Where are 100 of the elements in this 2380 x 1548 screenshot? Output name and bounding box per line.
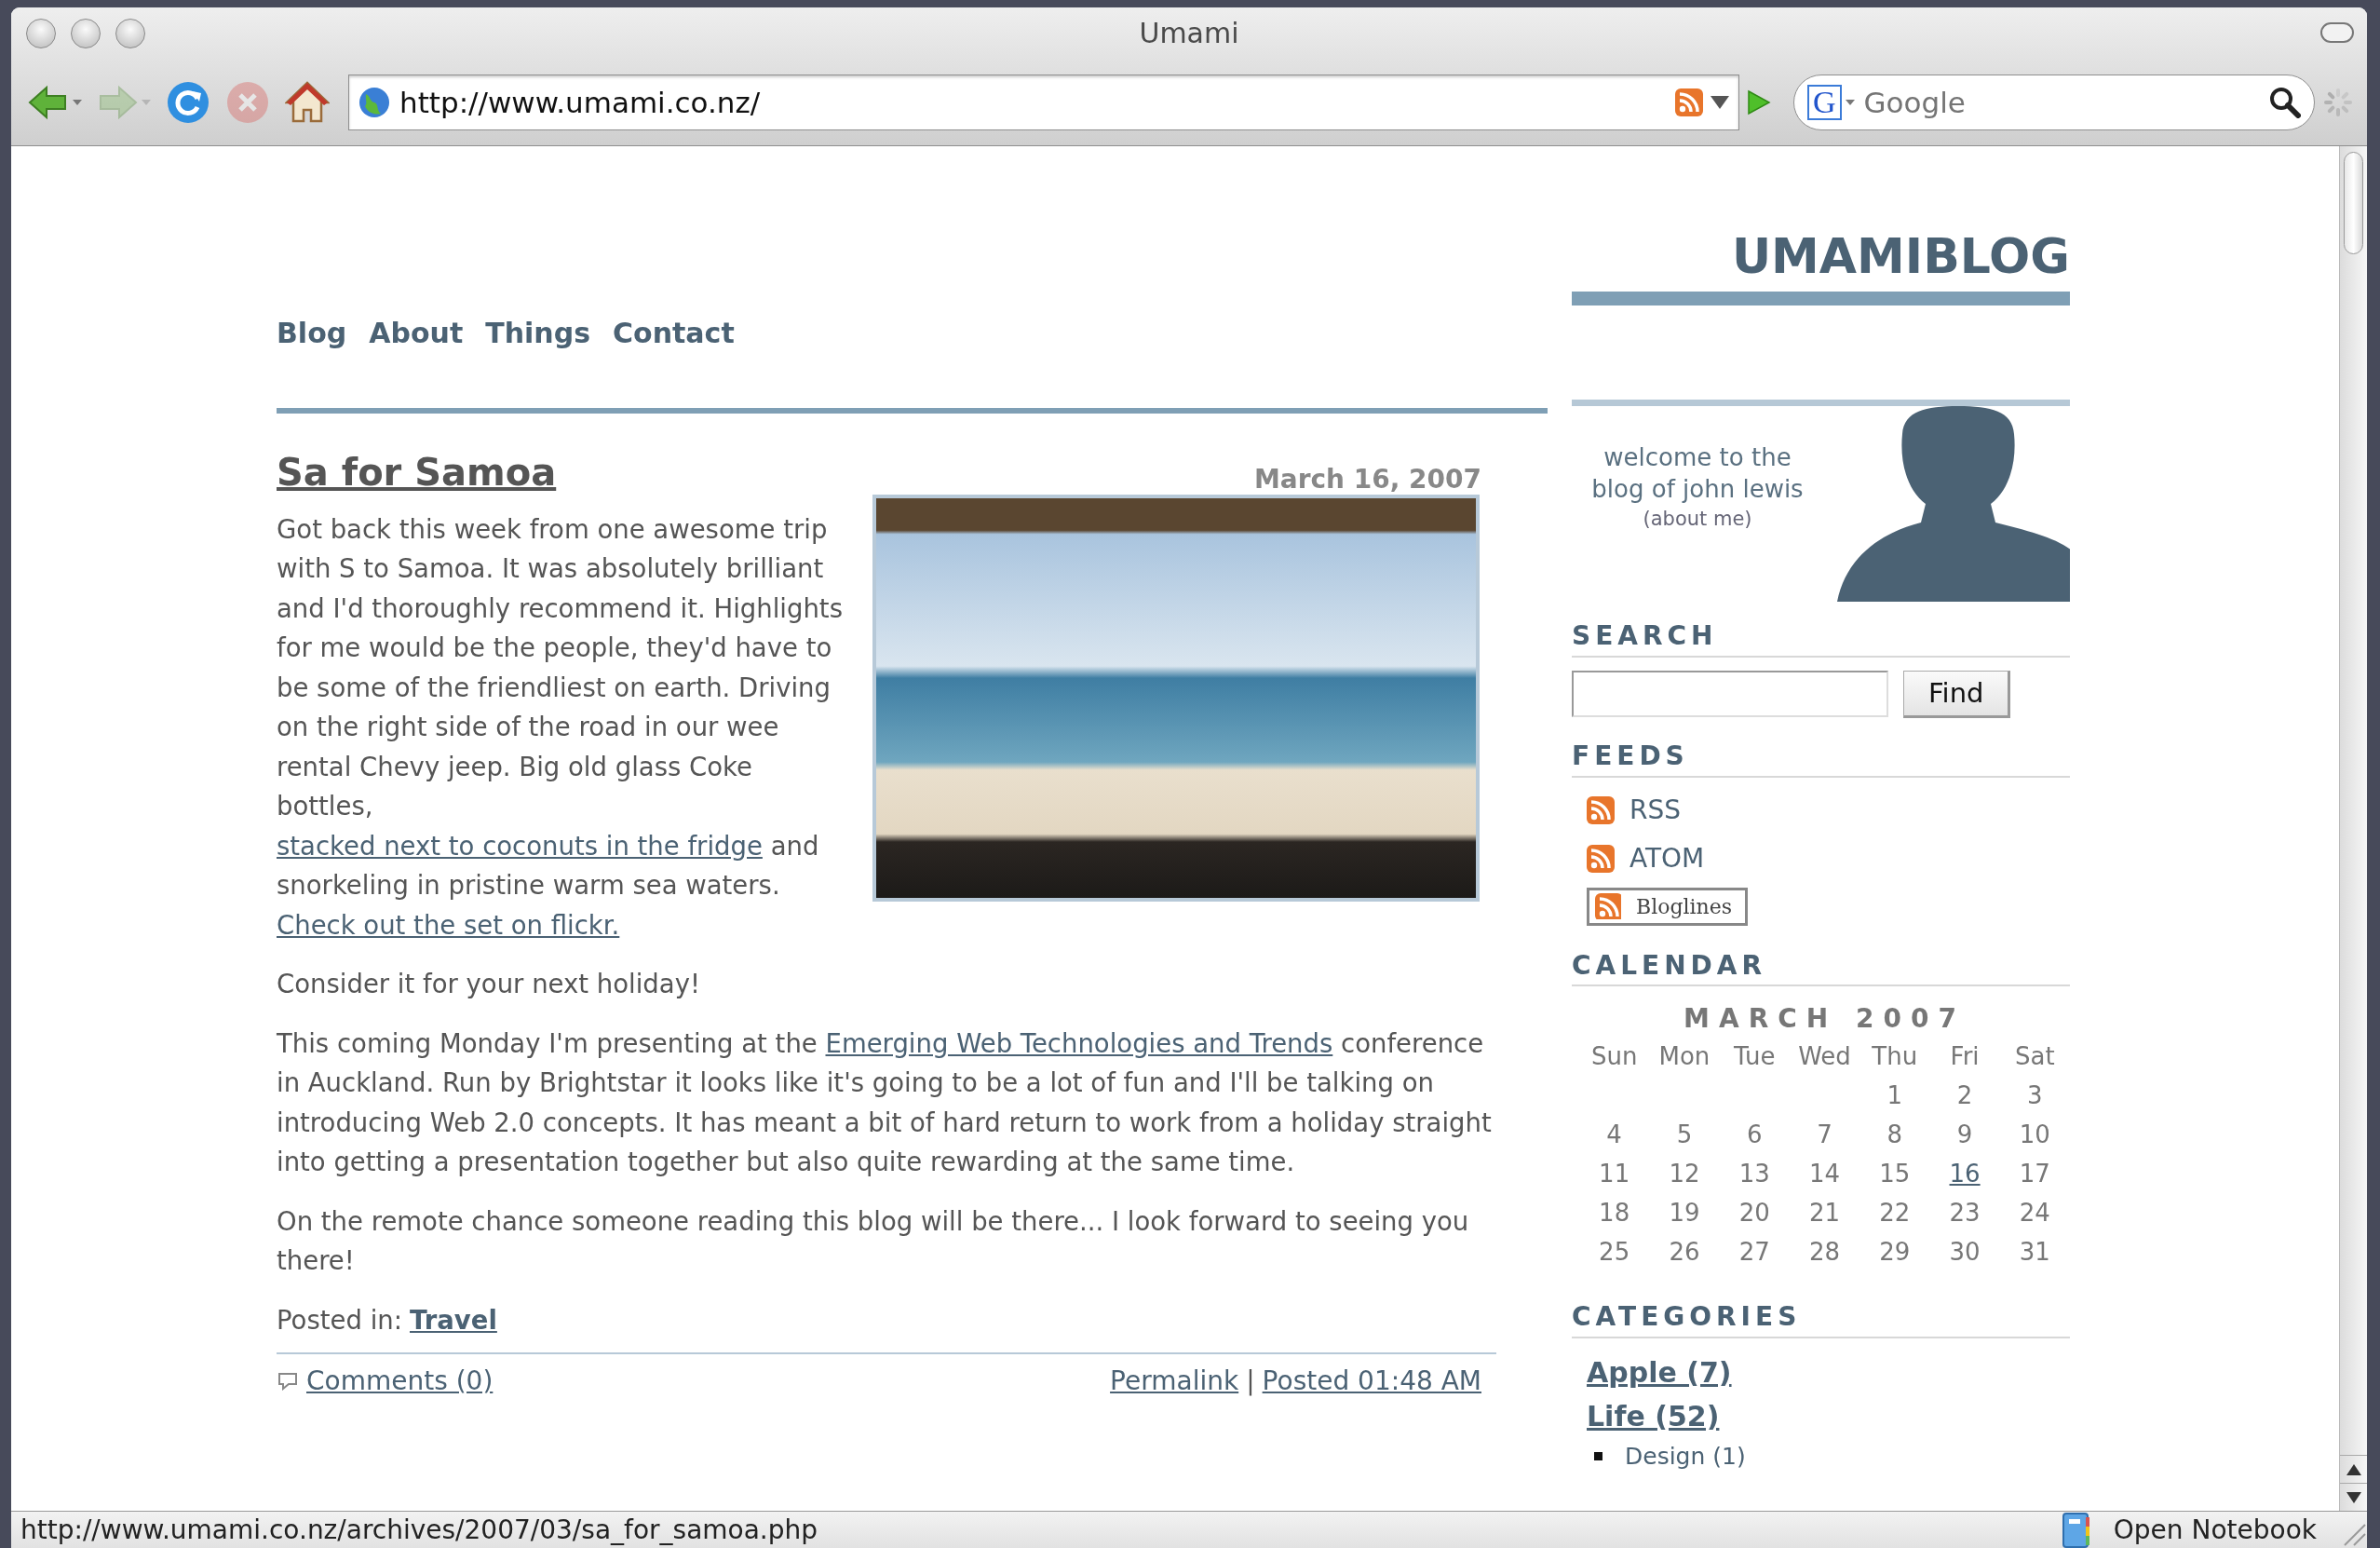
feed-link[interactable]: RSS xyxy=(1629,790,1681,830)
calendar-day: 14 xyxy=(1808,1160,1841,1188)
link[interactable]: stacked next to coconuts in the fridge xyxy=(277,830,763,861)
calendar-day: 19 xyxy=(1669,1199,1700,1228)
scroll-down-icon[interactable] xyxy=(2346,1491,2361,1503)
caret-icon xyxy=(73,100,82,105)
section-heading: SEARCH xyxy=(1572,620,2070,658)
calendar-day: 26 xyxy=(1669,1238,1700,1267)
calendar-day: 28 xyxy=(1808,1238,1841,1267)
search-field[interactable]: G Google xyxy=(1793,75,2315,130)
calendar-day: 15 xyxy=(1879,1160,1911,1188)
link[interactable]: Emerging Web Technologies and Trends xyxy=(825,1027,1333,1058)
rss-icon xyxy=(1675,88,1703,116)
rss-icon xyxy=(1595,893,1621,920)
window-control-button[interactable] xyxy=(71,19,101,48)
spinner-icon xyxy=(2322,87,2354,118)
section-heading: CALENDAR xyxy=(1572,949,2070,987)
welcome-text: welcome to the blog of john lewis xyxy=(1590,442,1805,505)
calendar-day: 18 xyxy=(1599,1199,1630,1228)
weekday-label: Sat xyxy=(2014,1041,2056,1073)
find-button[interactable]: Find xyxy=(1903,670,2011,719)
go-arrow-icon[interactable] xyxy=(1747,89,1771,115)
weekday-label: Sun xyxy=(1589,1041,1639,1073)
weekday-label: Mon xyxy=(1657,1041,1711,1073)
address-input[interactable]: http://www.umami.co.nz/ xyxy=(398,79,1668,126)
status-url: http://www.umami.co.nz/archives/2007/03/sa_for_samoa.php xyxy=(20,1513,819,1547)
calendar-day: 25 xyxy=(1599,1238,1630,1267)
stop-icon xyxy=(225,80,270,125)
weekday-label: Fri xyxy=(1949,1041,1981,1073)
post-date: March 16, 2007 xyxy=(1253,463,1481,496)
category-link[interactable]: Travel xyxy=(410,1299,497,1339)
weekday-label: Thu xyxy=(1871,1041,1919,1073)
feed-link[interactable]: ATOM xyxy=(1629,838,1705,878)
nav-link[interactable]: About xyxy=(369,312,464,354)
feed-subscribe-button[interactable]: Bloglines xyxy=(1587,887,1749,926)
arrow-left-icon xyxy=(28,84,69,121)
paragraph: This coming Monday I'm presenting at the Emerging Web Technologies and Trends conference in Auckland. Run by Brightstar it looks like it's going to be a lot of fun and I'll be talking on introducing Web 2.0 concepts. It has meant a bit of hard return to work from a holiday straight into getting a presentation together but also quite rewarding at the same time. xyxy=(277,1026,1493,1178)
post-title-link[interactable]: Sa for Samoa xyxy=(277,453,557,493)
calendar-day: 20 xyxy=(1738,1199,1770,1228)
calendar-day: 13 xyxy=(1738,1160,1770,1188)
calendar-day: 24 xyxy=(2019,1199,2050,1228)
link[interactable]: Check out the set on flickr. xyxy=(277,909,620,940)
calendar-day: 22 xyxy=(1879,1199,1911,1228)
speech-bubble-icon xyxy=(277,1372,299,1392)
reload-icon xyxy=(166,80,210,125)
calendar-day: 9 xyxy=(1956,1120,1973,1149)
calendar-day: 5 xyxy=(1676,1120,1693,1149)
calendar-day: 21 xyxy=(1808,1199,1841,1228)
paragraph: On the remote chance someone reading this blog will be there... I look forward to seeing you there! xyxy=(277,1204,1470,1277)
calendar-day: 2 xyxy=(1956,1081,1973,1110)
scrollbar[interactable] xyxy=(2339,146,2367,1511)
weekday-label: Wed xyxy=(1797,1041,1852,1073)
calendar-day: 10 xyxy=(2019,1120,2050,1149)
window-control-button[interactable] xyxy=(26,19,56,48)
paragraph: Consider it for your next holiday! xyxy=(277,968,701,1000)
home-icon xyxy=(285,80,330,125)
calendar-day: 4 xyxy=(1606,1120,1622,1149)
permalink-link[interactable]: Permalink xyxy=(1110,1362,1239,1402)
bullet-icon xyxy=(1594,1452,1602,1461)
search-icon xyxy=(2269,87,2301,118)
open-notebook-label[interactable]: Open Notebook xyxy=(2113,1510,2317,1548)
paragraph: Got back this week from one awesome trip with S to Samoa. It was absolutely brilliant and I'd thoroughly recommend it. Highlights for me would be the people, they'd have to be some of the friendliest on earth. Driving on the right side of the road in our wee rental Chevy jeep. Big old glass Coke bottles, stacked next to coconuts in the fridge and snorkeling in pristine warm sea waters. Check out the set on flickr. xyxy=(277,512,844,942)
globe-icon xyxy=(358,87,390,118)
calendar-day: 12 xyxy=(1669,1160,1700,1188)
category-link[interactable]: Apple (7) xyxy=(1587,1355,1732,1389)
nav-link[interactable]: Blog xyxy=(277,312,347,354)
dropdown-arrow-icon xyxy=(1711,96,1729,109)
calendar-day: 11 xyxy=(1599,1160,1630,1188)
nav-link[interactable]: Contact xyxy=(613,312,735,354)
arrow-right-icon xyxy=(97,84,138,121)
separator: | xyxy=(1246,1365,1255,1398)
calendar-day: 31 xyxy=(2019,1238,2050,1267)
about-me-link[interactable]: (about me) xyxy=(1643,505,1752,535)
posted-in-label: Posted in: xyxy=(277,1303,402,1337)
toolbar-toggle-button[interactable] xyxy=(2320,22,2354,43)
blog-title: UMAMIBLOG xyxy=(1730,227,2070,284)
search-engine-icon[interactable]: G xyxy=(1807,85,1842,120)
comments-link[interactable]: Comments (0) xyxy=(306,1362,494,1402)
search-input[interactable] xyxy=(1572,671,1888,718)
calendar-day: 29 xyxy=(1879,1238,1911,1267)
subcategory-link[interactable]: Design (1) xyxy=(1625,1438,1746,1474)
calendar-day: 6 xyxy=(1746,1120,1763,1149)
calendar-caption: MARCH 2007 xyxy=(1683,1002,1967,1037)
section-heading: CATEGORIES xyxy=(1572,1301,2070,1338)
category-link[interactable]: Life (52) xyxy=(1587,1399,1720,1433)
calendar-day: 23 xyxy=(1949,1199,1981,1228)
weekday-label: Tue xyxy=(1733,1041,1777,1073)
scroll-up-icon[interactable] xyxy=(2346,1463,2361,1475)
calendar-day: 7 xyxy=(1817,1120,1832,1149)
calendar-day: 30 xyxy=(1949,1238,1981,1267)
address-field[interactable]: http://www.umami.co.nz/ xyxy=(348,75,1739,130)
caret-icon xyxy=(142,100,151,105)
calendar-day-link[interactable]: 16 xyxy=(1949,1160,1981,1188)
nav-link[interactable]: Things xyxy=(485,312,591,354)
calendar-day: 8 xyxy=(1886,1120,1903,1149)
post-time-link[interactable]: Posted 01:48 AM xyxy=(1262,1362,1481,1402)
window-title: Umami xyxy=(1139,17,1239,49)
scrollbar-thumb[interactable] xyxy=(2344,152,2363,254)
rss-icon xyxy=(1587,795,1615,824)
window-control-button[interactable] xyxy=(115,19,145,48)
